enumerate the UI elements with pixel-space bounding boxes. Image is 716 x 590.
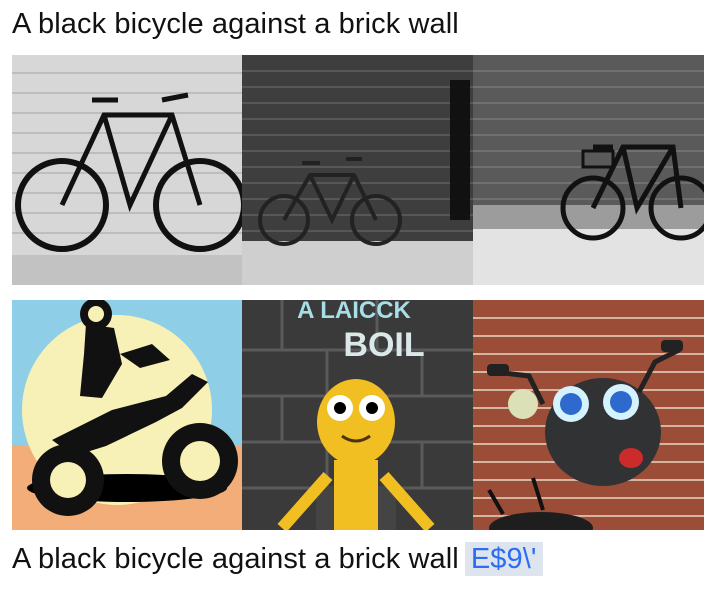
cartoon-scooter-brick-image[interactable]: [473, 300, 704, 530]
top-prompt-caption: A black bicycle against a brick wall: [12, 8, 459, 40]
image-grid-row-top: [12, 55, 704, 285]
image-grid-row-bottom: A LAICCK BOIL: [12, 300, 704, 530]
poster-line-1: A LAICCK: [297, 300, 411, 324]
bicycle-white-brick-wall-image[interactable]: [12, 55, 242, 285]
bottom-prompt-caption: A black bicycle against a brick wall E$9\…: [12, 542, 543, 576]
poster-line-2: BOIL: [343, 326, 424, 364]
bicycle-dark-brick-wall-image[interactable]: [473, 55, 704, 285]
selected-suffix-text[interactable]: E$9\': [464, 542, 543, 576]
cartoon-motorcycle-image[interactable]: [12, 300, 242, 530]
bottom-caption-text: A black bicycle against a brick wall: [12, 543, 459, 575]
bicycle-grey-brick-wall-image[interactable]: [242, 55, 473, 285]
robot-poster-image[interactable]: A LAICCK BOIL: [242, 300, 473, 530]
